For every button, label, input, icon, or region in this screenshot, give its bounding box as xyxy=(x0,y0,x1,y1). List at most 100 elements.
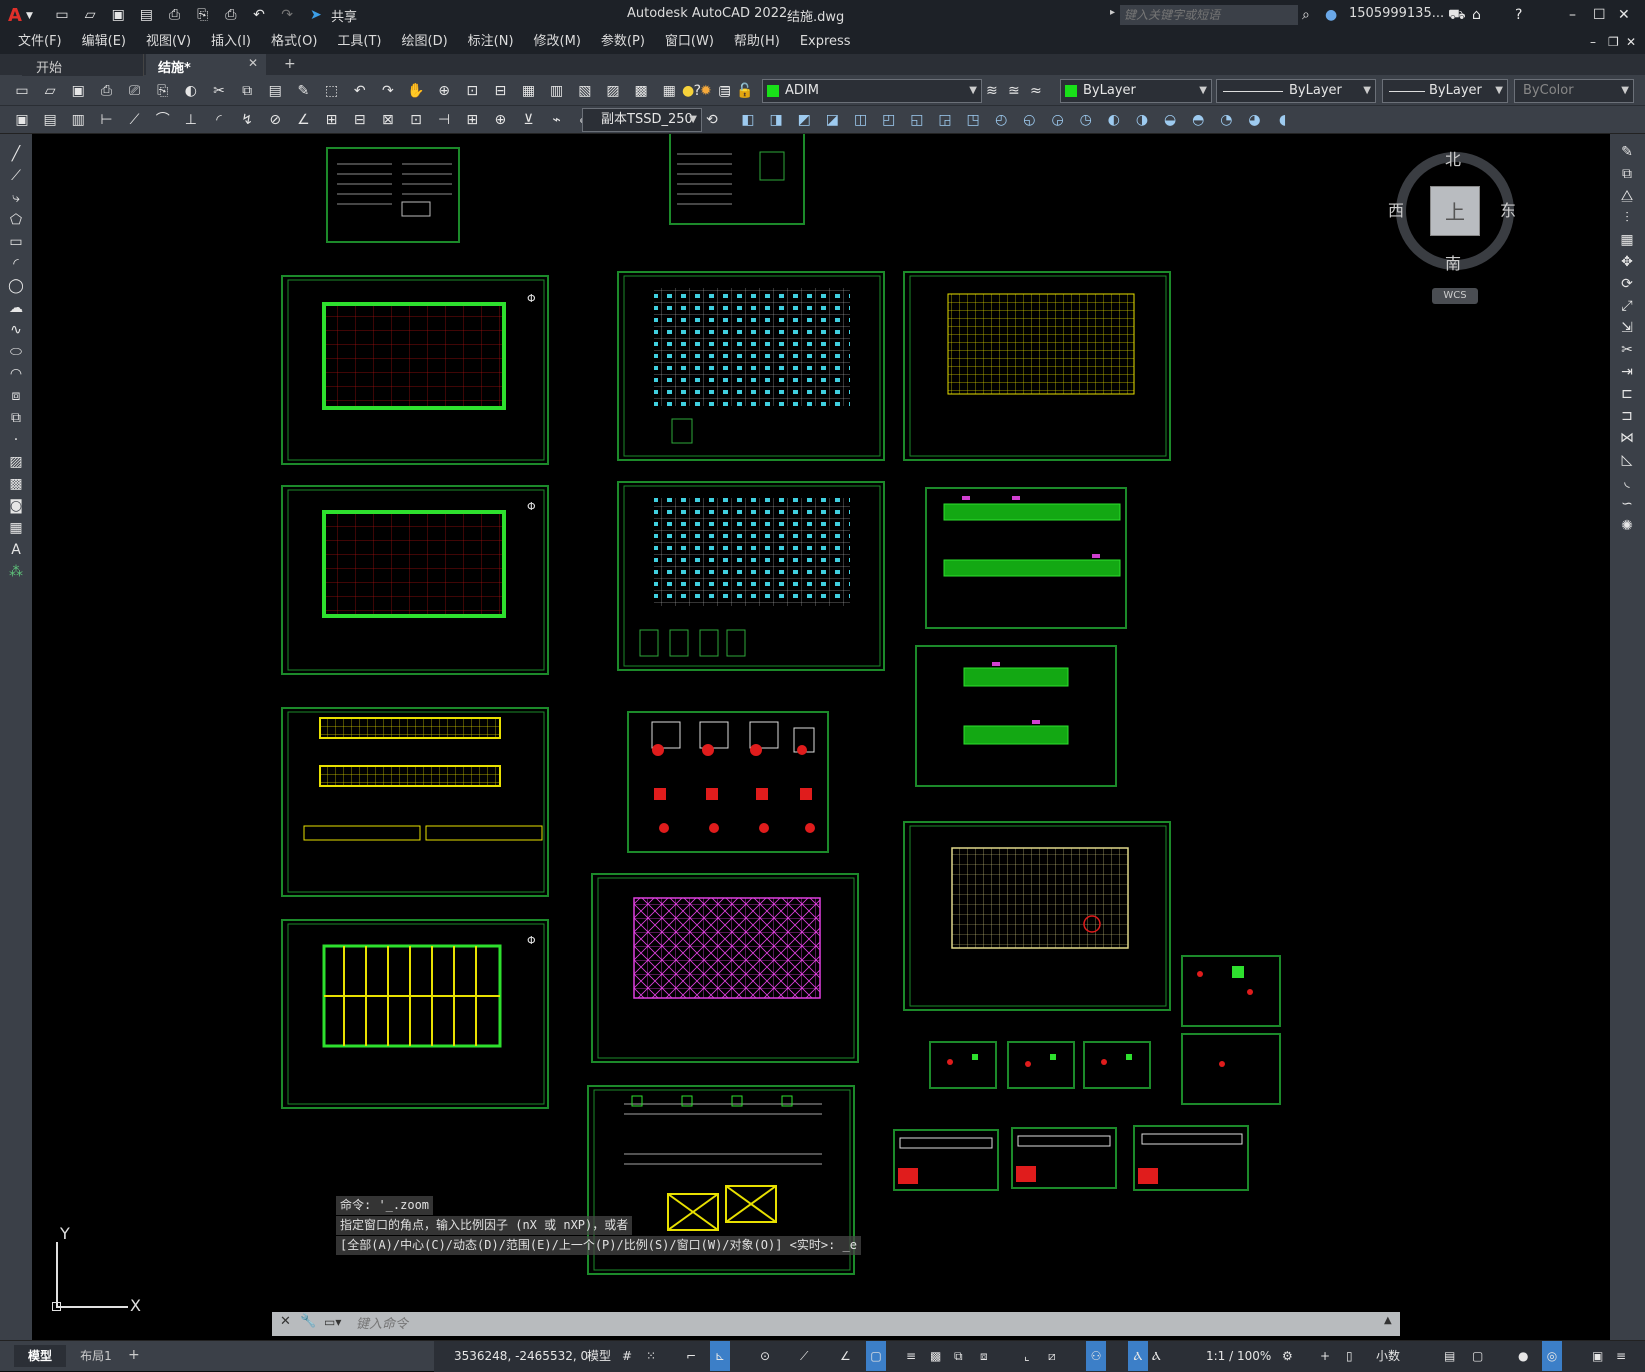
construction-line-icon[interactable]: ⟋ xyxy=(6,166,26,186)
minimize-icon[interactable]: – xyxy=(1569,5,1576,25)
trim-icon[interactable]: ✂ xyxy=(1617,340,1637,360)
ellipse-arc-icon[interactable]: ◠ xyxy=(6,364,26,384)
tssd-icon[interactable]: ▣ xyxy=(12,110,32,130)
open-icon[interactable]: ▱ xyxy=(80,5,100,25)
recent-commands-icon[interactable]: ▭▾ xyxy=(324,1315,341,1329)
tab-start[interactable]: 开始 xyxy=(22,54,144,76)
layer-on-icon[interactable]: ● xyxy=(682,81,694,101)
zoom-window-icon[interactable]: ⊡ xyxy=(462,81,482,101)
3d-osnap-icon[interactable]: ⧈ xyxy=(980,1341,988,1371)
auto-scale-icon[interactable]: Ⲁ xyxy=(1152,1341,1161,1371)
object-snap-tracking-icon[interactable]: ∠ xyxy=(840,1341,851,1371)
textstyle-dropdown[interactable]: 副本TSSD_250 ▼ xyxy=(582,108,702,132)
doc-restore-icon[interactable]: ❐ xyxy=(1608,32,1619,52)
sheet-roof-framing[interactable] xyxy=(903,271,1171,461)
object-snap-icon[interactable]: ▢ xyxy=(866,1341,886,1371)
ucs-view-icon[interactable]: ◖ xyxy=(1273,110,1293,130)
view-bottom-icon[interactable]: ◰ xyxy=(879,110,899,130)
compass-south[interactable]: 南 xyxy=(1445,250,1461,274)
revision-cloud-icon[interactable]: ☁ xyxy=(6,298,26,318)
menu-item[interactable]: 窗口(W) xyxy=(655,30,724,54)
doc-close-icon[interactable]: ✕ xyxy=(1626,32,1636,52)
wcs-menu[interactable]: WCS xyxy=(1432,288,1478,304)
jog-line-icon[interactable]: ⌁ xyxy=(547,110,567,130)
match-prop-icon[interactable]: ✎ xyxy=(293,81,313,101)
gradient-icon[interactable]: ▩ xyxy=(6,474,26,494)
model-space-button[interactable]: 模型 xyxy=(587,1341,611,1371)
quick-dim-icon[interactable]: ⊞ xyxy=(322,110,342,130)
view-left-icon[interactable]: ◱ xyxy=(907,110,927,130)
command-customize-icon[interactable]: 🔧 xyxy=(300,1314,316,1329)
tab-drawing[interactable]: 结施* ✕ xyxy=(146,54,266,76)
layer-vp-icon[interactable]: ▢ xyxy=(718,81,731,101)
isolate-objects-icon[interactable]: ● xyxy=(1518,1341,1528,1371)
layer-dropdown[interactable]: ADIM ▼ xyxy=(762,79,982,103)
region-icon[interactable]: ◙ xyxy=(6,496,26,516)
polygon-icon[interactable]: ⬠ xyxy=(6,210,26,230)
save-as-icon[interactable]: ▤ xyxy=(136,5,156,25)
break-icon[interactable]: ⊐ xyxy=(1617,406,1637,426)
center-mark-icon[interactable]: ⊕ xyxy=(490,110,510,130)
ucs-world-icon[interactable]: ◔ xyxy=(1216,110,1236,130)
view-back-icon[interactable]: ◨ xyxy=(766,110,786,130)
clean-screen-icon[interactable]: ▣ xyxy=(1592,1341,1603,1371)
compass-west[interactable]: 西 xyxy=(1388,197,1404,221)
save-icon[interactable]: ▣ xyxy=(68,81,88,101)
sheet-general-notes-1[interactable] xyxy=(326,147,460,243)
units-value[interactable]: 小数 xyxy=(1376,1341,1400,1371)
preview-icon[interactable]: ⎚ xyxy=(125,81,145,101)
blend-icon[interactable]: ∽ xyxy=(1617,494,1637,514)
menu-item[interactable]: Express xyxy=(790,30,861,54)
share-icon[interactable]: ➤ xyxy=(310,5,322,25)
web-save-icon[interactable]: ⎘ xyxy=(193,5,213,25)
chamfer-icon[interactable]: ◺ xyxy=(1617,450,1637,470)
tab-close-icon[interactable]: ✕ xyxy=(248,56,258,70)
annotation-visibility-icon[interactable]: Ⲁ xyxy=(1128,1341,1148,1371)
isodraft-icon[interactable]: ⟋ xyxy=(800,1341,808,1371)
scale-icon[interactable]: ⤢ xyxy=(1617,296,1637,316)
render-icon[interactable]: ◑ xyxy=(1132,110,1152,130)
plot-icon[interactable]: ⎙ xyxy=(221,5,241,25)
sheet-elevation-1[interactable] xyxy=(925,487,1127,629)
new-tab-icon[interactable]: + xyxy=(284,56,296,72)
coordinate-readout[interactable]: 3536248, -2465532, 0 xyxy=(454,1341,588,1371)
zoom-realtime-icon[interactable]: ⊕ xyxy=(434,81,454,101)
view-ne-icon[interactable]: ◵ xyxy=(1019,110,1039,130)
close-icon[interactable]: ✕ xyxy=(1618,5,1630,25)
table-icon[interactable]: ▦ xyxy=(6,518,26,538)
viewcube-top-face[interactable]: 上 xyxy=(1430,186,1480,236)
gizmo-icon[interactable]: ⚇ xyxy=(1086,1341,1106,1371)
publish-icon[interactable]: ⎘ xyxy=(153,81,173,101)
sheet-column-layout-1[interactable] xyxy=(617,271,885,461)
spline-icon[interactable]: ∿ xyxy=(6,320,26,340)
rotate-icon[interactable]: ⟳ xyxy=(1617,274,1637,294)
sheet-node-details[interactable] xyxy=(929,955,1281,1105)
sheet-section-details[interactable] xyxy=(893,1125,1249,1191)
sheet-foundation-plan-1[interactable]: Φ xyxy=(281,275,549,465)
tool-palette-icon[interactable]: ▧ xyxy=(575,81,595,101)
copy-object-icon[interactable]: ⧉ xyxy=(1617,164,1637,184)
undo-icon[interactable]: ↶ xyxy=(249,5,269,25)
menu-item[interactable]: 绘图(D) xyxy=(392,30,458,54)
dim-angular-icon[interactable]: ∠ xyxy=(293,110,313,130)
help-icon[interactable]: ? xyxy=(1515,5,1522,25)
sheet-roof-plan[interactable]: Φ xyxy=(281,919,549,1109)
layout-tab-layout1[interactable]: 布局1 xyxy=(68,1345,124,1367)
sheet-bracing-plan[interactable] xyxy=(591,873,859,1063)
break-at-point-icon[interactable]: ⊏ xyxy=(1617,384,1637,404)
markup-icon[interactable]: ▩ xyxy=(631,81,651,101)
tssd3-icon[interactable]: ▥ xyxy=(68,110,88,130)
undo-icon[interactable]: ↶ xyxy=(350,81,370,101)
customize-icon[interactable]: ≡ xyxy=(1616,1341,1626,1371)
add-selected-icon[interactable]: ⁂ xyxy=(6,562,26,582)
cut-icon[interactable]: ✂ xyxy=(209,81,229,101)
dim-diameter-icon[interactable]: ⊘ xyxy=(265,110,285,130)
doc-minimize-icon[interactable]: – xyxy=(1590,32,1596,52)
extend-icon[interactable]: ⇥ xyxy=(1617,362,1637,382)
redo-icon[interactable]: ↷ xyxy=(277,5,297,25)
block-editor-icon[interactable]: ⬚ xyxy=(322,81,342,101)
design-center-icon[interactable]: ▥ xyxy=(547,81,567,101)
tssd2-icon[interactable]: ▤ xyxy=(40,110,60,130)
qnew-icon[interactable]: ▭ xyxy=(12,81,32,101)
snap-icon[interactable]: ⁙ xyxy=(646,1341,656,1371)
